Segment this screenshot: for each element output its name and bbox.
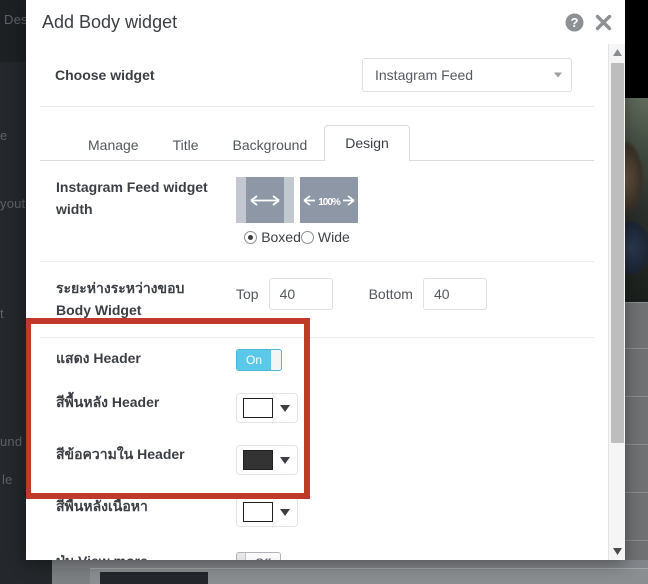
width-option-wide[interactable]: 100% bbox=[300, 177, 358, 223]
chevron-down-icon bbox=[280, 404, 290, 412]
width-option-boxed[interactable] bbox=[236, 177, 294, 223]
body-widget-spacing-label: ระยะห่างระหว่างขอบ Body Widget bbox=[56, 278, 236, 321]
choose-widget-label: Choose widget bbox=[55, 67, 155, 83]
show-header-row: แสดง Header On bbox=[40, 338, 594, 382]
arrow-left-right-icon bbox=[245, 194, 285, 207]
radio-boxed[interactable]: Boxed bbox=[244, 229, 301, 245]
header-bg-color-row: สีพื้นหลัง Header bbox=[40, 382, 594, 434]
caret-up-icon[interactable] bbox=[609, 44, 625, 61]
modal-scroll-content: Choose widget Instagram Feed Manage Titl… bbox=[26, 44, 608, 560]
show-header-toggle[interactable]: On bbox=[236, 349, 283, 372]
widget-width-row: Instagram Feed widget width 100% Boxed W… bbox=[40, 161, 594, 262]
header-bg-color-picker[interactable] bbox=[236, 393, 298, 424]
view-more-toggle[interactable]: Off bbox=[236, 552, 281, 560]
svg-text:?: ? bbox=[571, 15, 579, 30]
content-bg-color-row: สีพื้นหลังเนื้อหา bbox=[40, 486, 594, 538]
header-text-color-picker[interactable] bbox=[236, 445, 298, 476]
show-header-label: แสดง Header bbox=[56, 350, 141, 367]
color-swatch bbox=[243, 450, 273, 471]
chevron-down-icon bbox=[280, 508, 290, 516]
radio-boxed-label: Boxed bbox=[261, 229, 301, 245]
scrollbar-thumb[interactable] bbox=[611, 63, 624, 443]
widget-select-wrapper: Instagram Feed bbox=[362, 58, 572, 92]
widget-width-picker: 100% Boxed Wide bbox=[236, 177, 358, 245]
radio-boxed-dot bbox=[244, 230, 258, 244]
view-more-toggle-label: Off bbox=[246, 553, 280, 560]
spacing-top-input[interactable] bbox=[268, 278, 333, 310]
background-sidebar-label: le bbox=[2, 472, 13, 487]
spacing-top-label: Top bbox=[236, 286, 259, 302]
page-title: Add Body widget bbox=[42, 11, 178, 32]
background-sidebar-label: und bbox=[0, 434, 23, 449]
arrow-100-percent-icon: 100% bbox=[302, 194, 356, 207]
spacing-bottom-input[interactable] bbox=[422, 278, 487, 310]
tab-background[interactable]: Background bbox=[216, 129, 325, 161]
radio-wide-label: Wide bbox=[317, 229, 350, 245]
tab-title[interactable]: Title bbox=[156, 129, 216, 161]
background-bottom-dark-block bbox=[100, 572, 208, 584]
view-more-row: ปุ่ม View more Off bbox=[40, 538, 594, 560]
toggle-knob bbox=[237, 553, 246, 560]
content-bg-color-picker[interactable] bbox=[236, 497, 298, 528]
background-sidebar-label: yout bbox=[0, 196, 26, 211]
toggle-knob bbox=[271, 350, 282, 371]
modal-header-actions: ? bbox=[565, 0, 613, 44]
close-icon[interactable] bbox=[594, 13, 613, 32]
widget-width-radios: Boxed Wide bbox=[244, 229, 350, 245]
background-sidebar-label: t bbox=[0, 306, 4, 321]
spacing-bottom-label: Bottom bbox=[368, 286, 413, 302]
view-more-control: Off bbox=[236, 552, 281, 560]
spacing-label-line1: ระยะห่างระหว่างขอบ bbox=[56, 280, 185, 296]
tab-manage[interactable]: Manage bbox=[71, 129, 156, 161]
header-text-color-row: สีข้อความใน Header bbox=[40, 434, 594, 486]
header-text-color-control bbox=[236, 445, 298, 476]
modal-scrollbar[interactable] bbox=[608, 44, 625, 560]
background-bottom-bar bbox=[52, 560, 648, 568]
show-header-control: On bbox=[236, 349, 283, 372]
modal-header: Add Body widget ? bbox=[26, 0, 625, 44]
svg-text:100%: 100% bbox=[318, 197, 341, 207]
widget-width-swatches: 100% bbox=[236, 177, 358, 223]
radio-wide[interactable]: Wide bbox=[300, 229, 350, 245]
body-widget-spacing-row: ระยะห่างระหว่างขอบ Body Widget Top Botto… bbox=[40, 262, 594, 339]
chevron-down-icon bbox=[280, 456, 290, 464]
spacing-label-line2: Body Widget bbox=[56, 301, 142, 318]
question-circle-icon[interactable]: ? bbox=[565, 13, 584, 32]
settings-tabs: Manage Title Background Design bbox=[40, 123, 594, 161]
header-bg-color-control bbox=[236, 393, 298, 424]
background-sidebar-label: e bbox=[0, 128, 8, 143]
widget-select-value: Instagram Feed bbox=[375, 67, 474, 83]
spacing-fields: Top Bottom bbox=[236, 278, 584, 310]
content-bg-color-control bbox=[236, 497, 298, 528]
color-swatch bbox=[243, 398, 273, 419]
widget-width-label: Instagram Feed widget width bbox=[56, 179, 208, 217]
radio-wide-dot bbox=[300, 230, 314, 244]
choose-widget-row: Choose widget Instagram Feed bbox=[40, 44, 594, 107]
caret-down-icon[interactable] bbox=[609, 543, 625, 560]
color-swatch bbox=[243, 502, 273, 523]
view-more-label: ปุ่ม View more bbox=[56, 552, 236, 560]
modal-body: Choose widget Instagram Feed Manage Titl… bbox=[26, 44, 625, 560]
background-sidebar-label: Des bbox=[4, 12, 28, 27]
header-text-color-label: สีข้อความใน Header bbox=[56, 446, 185, 463]
content-bg-color-label: สีพื้นหลังเนื้อหา bbox=[56, 498, 148, 515]
widget-select[interactable]: Instagram Feed bbox=[362, 58, 572, 92]
header-bg-color-label: สีพื้นหลัง Header bbox=[56, 394, 160, 411]
add-body-widget-modal: Add Body widget ? Choose widget Instagra… bbox=[26, 0, 625, 560]
show-header-toggle-label: On bbox=[237, 350, 272, 371]
tab-design[interactable]: Design bbox=[324, 125, 410, 161]
